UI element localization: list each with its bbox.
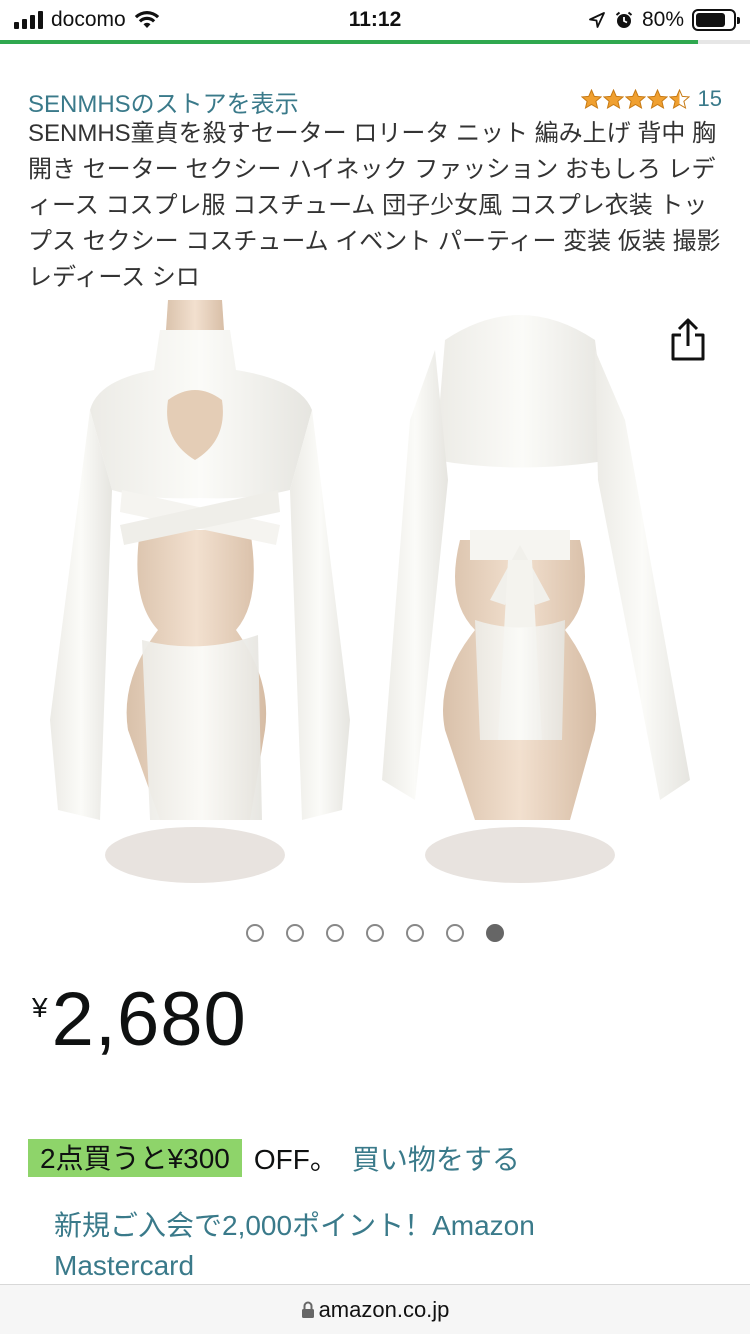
carousel-dot[interactable] xyxy=(326,924,344,942)
carousel-dot[interactable] xyxy=(286,924,304,942)
rating-stars xyxy=(580,88,690,110)
star-icon xyxy=(646,88,668,109)
page-load-progress xyxy=(0,40,750,44)
status-right: 80% xyxy=(588,8,740,32)
alarm-icon xyxy=(615,11,633,28)
image-carousel-dots xyxy=(0,924,750,942)
url-bar[interactable]: amazon.co.jp xyxy=(0,1284,750,1334)
star-icon xyxy=(668,88,690,109)
url-text: amazon.co.jp xyxy=(318,1296,450,1322)
card-offer-link[interactable]: 新規ご入会で2,000ポイント！Amazon Mastercard xyxy=(54,1206,674,1286)
price-value: 2,680 xyxy=(51,977,247,1062)
store-link[interactable]: SENMHSのストアを表示 xyxy=(28,84,299,119)
battery-percent: 80% xyxy=(641,8,684,31)
battery-level xyxy=(696,13,725,27)
carousel-dot[interactable] xyxy=(486,924,504,942)
mannequin-front xyxy=(50,300,350,883)
lock-icon xyxy=(301,1301,314,1318)
battery-icon xyxy=(692,9,740,31)
page-load-progress-fill xyxy=(0,40,698,44)
location-icon xyxy=(589,12,605,28)
carousel-dot[interactable] xyxy=(366,924,384,942)
mannequin-back xyxy=(382,315,690,883)
shop-promo-link[interactable]: 買い物をする xyxy=(352,1138,520,1178)
rating[interactable]: 15 xyxy=(580,86,722,112)
product-title: SENMHS童貞を殺すセーター ロリータ ニット 編み上げ 背中 胸 開き セー… xyxy=(28,120,721,291)
carousel-dot[interactable] xyxy=(446,924,464,942)
review-count[interactable]: 15 xyxy=(698,86,722,112)
price: ¥ 2,680 xyxy=(32,978,247,1062)
promo-off-text: OFF。 xyxy=(253,1144,338,1175)
carousel-dot[interactable] xyxy=(406,924,424,942)
star-icon xyxy=(624,88,646,109)
product-image[interactable] xyxy=(50,300,710,890)
price-currency-symbol: ¥ xyxy=(32,992,48,1023)
promotion: 2点買うと¥300 OFF。 買い物をする xyxy=(28,1138,520,1178)
star-icon xyxy=(580,88,602,109)
carousel-dot[interactable] xyxy=(246,924,264,942)
status-bar: docomo 11:12 80% xyxy=(0,0,750,40)
promo-badge: 2点買うと¥300 xyxy=(28,1139,242,1177)
share-icon[interactable] xyxy=(668,318,708,362)
star-icon xyxy=(602,88,624,109)
